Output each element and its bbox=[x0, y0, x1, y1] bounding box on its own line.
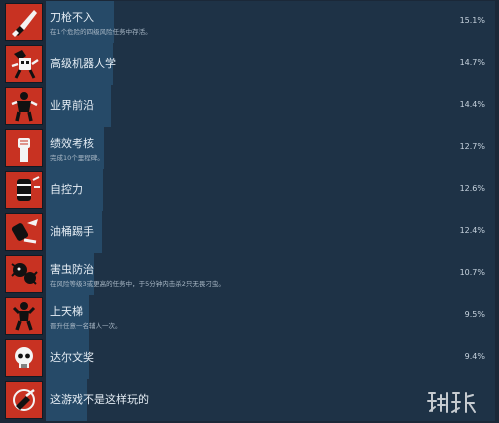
unlock-percentage: 12.4% bbox=[459, 226, 485, 235]
achievement-title: 害虫防治 bbox=[50, 263, 94, 276]
achievement-list: 刀枪不入在1个危险的四级风险任务中存活。 15.1% 高级机器人学 14.7% 业界前沿… bbox=[0, 0, 499, 423]
progress-track bbox=[46, 253, 495, 295]
armored-figure-icon bbox=[6, 88, 42, 124]
achievement-title: 刀枪不入 bbox=[50, 11, 94, 24]
skull-icon bbox=[6, 340, 42, 376]
achievement-row[interactable]: 自控力 12.6% bbox=[0, 169, 499, 211]
achievement-row[interactable]: 业界前沿 14.4% bbox=[0, 85, 499, 127]
achievement-description: 完成10个里程碑。 bbox=[50, 154, 104, 162]
achievement-row[interactable]: 刀枪不入在1个危险的四级风险任务中存活。 15.1% bbox=[0, 1, 499, 43]
raised-fist-icon bbox=[6, 130, 42, 166]
achievement-title: 业界前沿 bbox=[50, 99, 94, 112]
achievement-row[interactable]: 绩效考核完成10个里程碑。 12.7% bbox=[0, 127, 499, 169]
unlock-percentage: 14.7% bbox=[459, 58, 485, 67]
progress-track bbox=[46, 127, 495, 169]
unlock-percentage: 12.7% bbox=[459, 142, 485, 151]
achievement-row[interactable]: 达尔文奖 9.4% bbox=[0, 337, 499, 379]
pointing-hand-icon bbox=[6, 382, 42, 418]
unlock-percentage: 12.6% bbox=[459, 184, 485, 193]
achievement-row[interactable]: 上天梯晋升任意一名辅人一次。 9.5% bbox=[0, 295, 499, 337]
achievement-description: 晋升任意一名辅人一次。 bbox=[50, 322, 122, 330]
progress-track bbox=[46, 85, 495, 127]
bug-swarm-icon bbox=[6, 256, 42, 292]
progress-track bbox=[46, 295, 495, 337]
knife-hand-icon bbox=[6, 4, 42, 40]
achievement-title: 这游戏不是这样玩的 bbox=[50, 393, 149, 406]
achievement-description: 在1个危险的四级风险任务中存活。 bbox=[50, 28, 152, 36]
progress-track bbox=[46, 337, 495, 379]
achievement-title: 上天梯 bbox=[50, 305, 83, 318]
barrel-icon bbox=[6, 172, 42, 208]
unlock-percentage: 14.4% bbox=[459, 100, 485, 109]
robot-head-icon bbox=[6, 46, 42, 82]
progress-track bbox=[46, 211, 495, 253]
unlock-percentage: 9.5% bbox=[464, 310, 485, 319]
achievement-title: 高级机器人学 bbox=[50, 57, 116, 70]
achievement-row[interactable]: 油桶踢手 12.4% bbox=[0, 211, 499, 253]
unlock-percentage: 9.4% bbox=[464, 352, 485, 361]
unlock-percentage: 10.7% bbox=[459, 268, 485, 277]
achievement-title: 油桶踢手 bbox=[50, 225, 94, 238]
achievement-row[interactable]: 害虫防治在风险等级3或更高的任务中，于5分钟内击杀2只无畏刁虫。 10.7% bbox=[0, 253, 499, 295]
achievement-description: 在风险等级3或更高的任务中，于5分钟内击杀2只无畏刁虫。 bbox=[50, 280, 225, 288]
achievement-row[interactable]: 高级机器人学 14.7% bbox=[0, 43, 499, 85]
progress-track bbox=[46, 169, 495, 211]
kicking-barrel-icon bbox=[6, 214, 42, 250]
unlock-percentage: 15.1% bbox=[459, 16, 485, 25]
watermark-logo-icon bbox=[425, 387, 485, 417]
achievement-title: 绩效考核 bbox=[50, 137, 94, 150]
achievement-title: 达尔文奖 bbox=[50, 351, 94, 364]
rising-figure-icon bbox=[6, 298, 42, 334]
achievement-title: 自控力 bbox=[50, 183, 83, 196]
